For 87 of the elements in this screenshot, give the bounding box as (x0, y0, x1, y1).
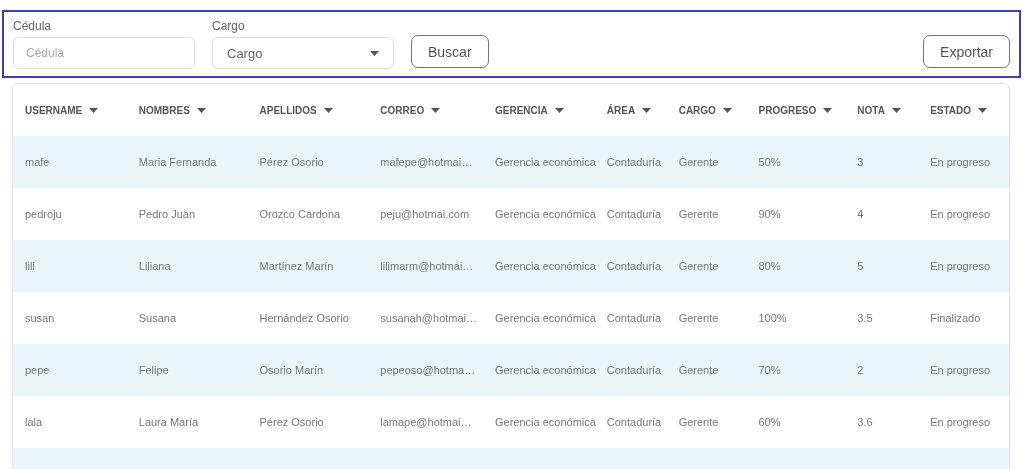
sort-caret-icon (196, 107, 206, 113)
column-header[interactable]: NOTA (857, 104, 931, 116)
table-cell-text: 4 (857, 208, 865, 220)
table-cell-text: En progreso (930, 416, 992, 428)
sort-caret-icon (891, 107, 901, 113)
table-cell-text: Felipe (138, 364, 170, 376)
table-cell-text: 3.5 (857, 312, 874, 324)
table-cell-text: En progreso (930, 260, 992, 272)
sort-caret-icon (642, 107, 652, 113)
table-cell-text: Gerente (678, 416, 720, 428)
table-cell-text: 80% (758, 260, 782, 272)
table-cell-text: Maria Fernanda (138, 156, 218, 168)
table-cell-text: Finalizado (930, 312, 982, 324)
table-cell-text: Hernández Osorio (259, 312, 350, 324)
table-cell-text: Gerencia económica (495, 312, 597, 324)
table-cell-text: Gerente (678, 312, 720, 324)
table-cell-text: Liliana (138, 260, 172, 272)
field-label: Cargo (212, 19, 246, 33)
column-header[interactable]: ÁREA (606, 104, 679, 116)
sort-caret-icon (323, 107, 333, 113)
table-cell-text: En progreso (930, 208, 992, 220)
column-header[interactable]: ESTADO (930, 104, 1009, 116)
sort-caret-icon (978, 107, 988, 113)
table-cell-text: Gerencia económica (495, 208, 597, 220)
table-cell-text: 90% (758, 208, 782, 220)
sort-caret-icon (431, 107, 441, 113)
table-cell-text: lamape@hotmai… (380, 416, 473, 428)
table-cell-text: 70% (758, 364, 782, 376)
table-cell-text: Contaduría (606, 208, 663, 220)
table-cell-text: 60% (758, 416, 782, 428)
table-cell-text: lala (25, 416, 44, 428)
table-cell-text: Martínez Marín (259, 260, 335, 272)
table-cell-text: Gerente (678, 208, 720, 220)
table-cell-text: 2 (857, 364, 865, 376)
table-cell-text: Gerente (678, 364, 720, 376)
table-cell-text: Gerencia económica (495, 416, 597, 428)
column-header[interactable]: CORREO (380, 104, 496, 116)
sort-caret-icon (722, 107, 732, 113)
table-cell-text: Pérez Osorio (259, 416, 325, 428)
input-field[interactable]: Cédula (13, 37, 195, 69)
column-header[interactable]: PROGRESO (758, 104, 858, 116)
table-cell-text: Contaduría (606, 312, 663, 324)
sort-caret-icon (823, 107, 833, 113)
table-cell-text: 3.6 (857, 416, 874, 428)
table-cell-text: Gerente (678, 156, 720, 168)
search-button[interactable]: Buscar (411, 35, 489, 68)
table-cell-text: 50% (758, 156, 782, 168)
column-header[interactable]: GERENCIA (495, 104, 607, 116)
table-cell-text: Contaduría (606, 364, 663, 376)
column-header[interactable]: APELLIDOS (259, 104, 381, 116)
table-cell-text: Contaduría (606, 260, 663, 272)
column-header[interactable]: USERNAME (25, 104, 139, 116)
table-cell-text: Laura María (138, 416, 200, 428)
column-header[interactable]: CARGO (678, 104, 759, 116)
sort-caret-icon (89, 107, 99, 113)
table-cell-text: susan (25, 312, 56, 324)
table-cell-text: 100% (758, 312, 788, 324)
table-cell-text: Contaduría (606, 416, 663, 428)
table-cell-text: lilimarm@hotmai… (380, 260, 475, 272)
table-cell-text: 5 (857, 260, 865, 272)
column-header[interactable]: NOMBRES (138, 104, 260, 116)
caret-icon (370, 50, 379, 56)
sort-caret-icon (554, 107, 564, 113)
table-cell-text: Orozco Cardona (259, 208, 342, 220)
table-cell-text: mafe (25, 156, 51, 168)
table-cell-text: Contaduría (606, 156, 663, 168)
table-cell-text: Gerencia económica (495, 260, 597, 272)
table-cell-text: susanah@hotmai… (380, 312, 479, 324)
table-cell-text: Susana (138, 312, 178, 324)
table-cell-text: En progreso (930, 364, 992, 376)
table-cell-text: Gerente (678, 260, 720, 272)
table-cell-text: pepe (25, 364, 51, 376)
table-cell-text: peju@hotmai.com (380, 208, 471, 220)
table-cell-text: Pedro Juan (138, 208, 197, 220)
table-cell-text: lili (25, 260, 36, 272)
export-button[interactable]: Exportar (923, 35, 1010, 68)
table-cell-text: pedroju (25, 208, 63, 220)
table-cell-text: En progreso (930, 156, 992, 168)
table-cell-text: pepeoso@hotma… (380, 364, 477, 376)
table-cell-text: 3 (857, 156, 865, 168)
table-cell-text: mafepe@hotmai… (380, 156, 474, 168)
table-cell-text: Gerencia económica (495, 156, 597, 168)
table-cell-text: Osorio Marín (259, 364, 325, 376)
field-label: Cédula (13, 19, 53, 33)
table-cell-text: Gerencia económica (495, 364, 597, 376)
table-cell-text: Pérez Osorio (259, 156, 325, 168)
select-field[interactable]: Cargo (212, 37, 394, 69)
